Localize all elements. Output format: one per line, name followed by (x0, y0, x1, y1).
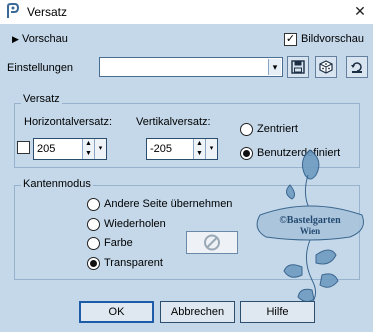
dice-icon (319, 60, 333, 74)
wrap-radio[interactable] (87, 198, 100, 211)
ok-button[interactable]: OK (79, 301, 154, 323)
spin-arrows-icon[interactable]: ▲ ▼ (82, 139, 94, 159)
spin-up-icon[interactable]: ▲ (194, 139, 205, 149)
horizontal-offset-label: Horizontalversatz: (24, 116, 113, 128)
cancel-button[interactable]: Abbrechen (160, 301, 235, 323)
checkmark-icon: ✓ (285, 33, 296, 45)
reset-button[interactable] (346, 56, 368, 78)
transparent-radio[interactable] (87, 257, 100, 270)
spin-down-icon[interactable]: ▼ (83, 149, 94, 159)
save-preset-button[interactable] (287, 56, 309, 78)
settings-label: Einstellungen (7, 62, 74, 74)
offset-group-title: Versatz (21, 93, 62, 105)
image-preview-checkbox[interactable]: ✓ (284, 33, 297, 46)
expand-arrow-icon[interactable]: ▶ (12, 34, 19, 45)
watermark-logo: ©Bastelgarten Wien (256, 149, 364, 306)
watermark-text: ©Bastelgarten (279, 215, 341, 226)
vertical-offset-label: Vertikalversatz: (136, 116, 211, 128)
chevron-down-icon[interactable]: ▾ (268, 59, 281, 75)
repeat-label[interactable]: Wiederholen (104, 218, 166, 230)
reset-icon (351, 62, 362, 73)
preset-combobox[interactable]: ▾ (99, 57, 283, 77)
color-label[interactable]: Farbe (104, 237, 133, 249)
slider-dropdown-icon[interactable]: ▾ (94, 139, 106, 159)
close-icon[interactable]: ✕ (350, 1, 370, 21)
transparent-label[interactable]: Transparent (104, 257, 163, 269)
spin-up-icon[interactable]: ▲ (83, 139, 94, 149)
spin-arrows-icon[interactable]: ▲ ▼ (193, 139, 205, 159)
no-entry-icon (204, 234, 220, 251)
edge-color-swatch[interactable] (186, 231, 238, 254)
wrap-label[interactable]: Andere Seite übernehmen (104, 198, 232, 210)
window-title: Versatz (27, 5, 68, 19)
help-button[interactable]: Hilfe (240, 301, 315, 323)
randomize-button[interactable] (315, 56, 337, 78)
centered-label[interactable]: Zentriert (257, 123, 298, 135)
image-preview-label: Bildvorschau (301, 33, 364, 45)
preview-toggle-label[interactable]: Vorschau (22, 33, 68, 45)
centered-radio[interactable] (240, 123, 253, 136)
repeat-radio[interactable] (87, 218, 100, 231)
slider-dropdown-icon[interactable]: ▾ (205, 139, 217, 159)
floppy-disk-icon (291, 60, 305, 74)
vertical-offset-input[interactable]: -205 ▲ ▼ ▾ (146, 138, 218, 160)
vertical-offset-value: -205 (150, 143, 173, 155)
watermark-text-2: Wien (300, 226, 320, 236)
link-offsets-checkbox[interactable] (17, 141, 30, 154)
horizontal-offset-value: 205 (37, 143, 56, 155)
edge-mode-group-title: Kantenmodus (21, 178, 93, 190)
spin-down-icon[interactable]: ▼ (194, 149, 205, 159)
horizontal-offset-input[interactable]: 205 ▲ ▼ ▾ (33, 138, 107, 160)
app-icon (7, 3, 20, 18)
color-radio[interactable] (87, 237, 100, 250)
